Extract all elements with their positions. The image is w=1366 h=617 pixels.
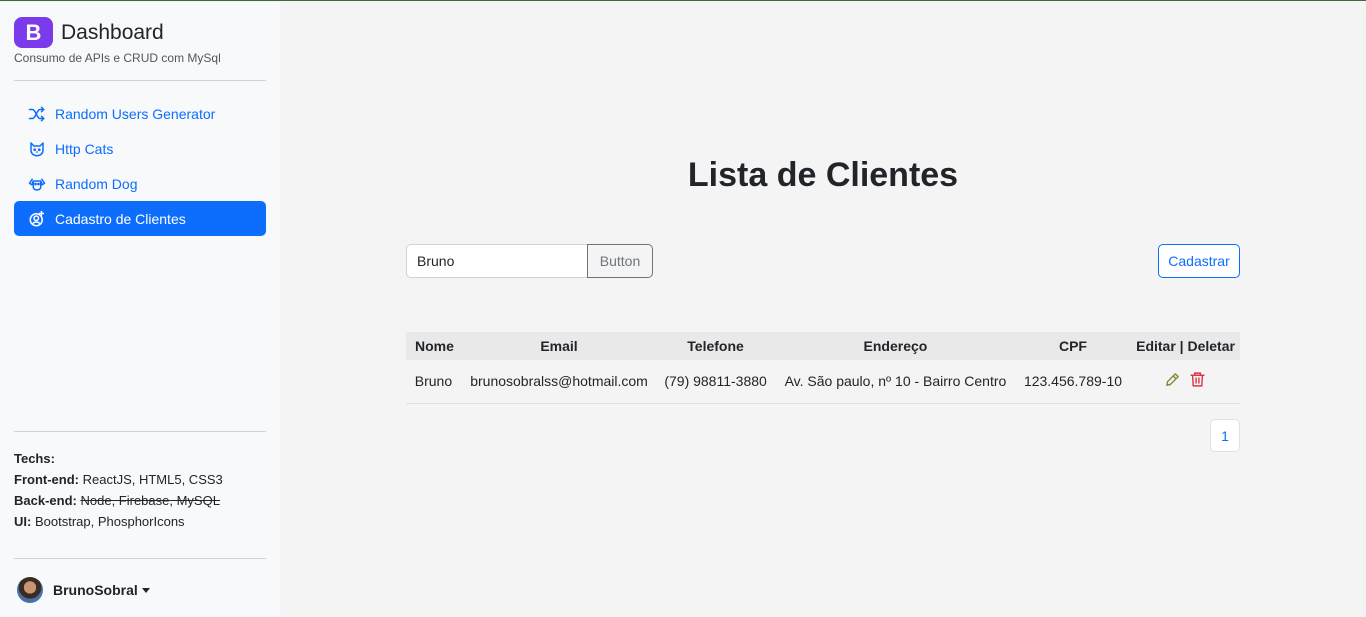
sidebar-nav: Random Users Generator Http Cats Random … [14,96,266,236]
column-header-cpf: CPF [1016,332,1130,360]
search-group: Button [406,244,653,278]
dog-icon [28,175,46,193]
column-header-nome: Nome [406,332,461,360]
divider [14,80,266,81]
search-input[interactable] [406,244,587,278]
column-header-endereco: Endereço [773,332,1017,360]
sidebar: B Dashboard Consumo de APIs e CRUD com M… [0,2,280,617]
frontend-label: Front-end: [14,472,79,487]
cell-endereco: Av. São paulo, nº 10 - Bairro Centro [773,360,1017,404]
brand-title: Dashboard [61,20,164,44]
shuffle-icon [28,105,46,123]
user-plus-icon [28,210,46,228]
cadastrar-button[interactable]: Cadastrar [1158,244,1240,278]
ui-value: Bootstrap, PhosphorIcons [34,514,185,529]
column-header-telefone: Telefone [657,332,774,360]
column-header-email: Email [460,332,658,360]
cell-cpf: 123.456.789-10 [1016,360,1130,404]
user-dropdown[interactable]: BrunoSobral [17,577,150,603]
user-name: BrunoSobral [53,582,138,598]
table-row: Bruno brunosobralss@hotmail.com (79) 988… [406,360,1240,404]
bootstrap-logo-icon: B [14,17,53,48]
cell-actions [1129,360,1240,404]
backend-value: Node, Firebase, MySQL [80,493,220,508]
cell-email: brunosobralss@hotmail.com [460,360,658,404]
sidebar-item-cadastro-clientes[interactable]: Cadastro de Clientes [14,201,266,236]
trash-icon[interactable] [1189,371,1206,391]
techs-info: Techs: Front-end: ReactJS, HTML5, CSS3 B… [14,448,223,532]
sidebar-item-http-cats[interactable]: Http Cats [14,131,266,166]
divider [14,558,266,559]
table-header-row: Nome Email Telefone Endereço CPF Editar … [406,332,1240,360]
sidebar-item-label: Cadastro de Clientes [55,210,186,227]
sidebar-item-label: Random Dog [55,175,138,192]
search-button[interactable]: Button [587,244,653,278]
caret-down-icon [141,587,150,593]
techs-heading: Techs: [14,451,55,466]
brand[interactable]: B Dashboard [14,17,164,48]
sidebar-item-random-dog[interactable]: Random Dog [14,166,266,201]
cat-icon [28,140,46,158]
ui-label: UI: [14,514,32,529]
sidebar-item-label: Http Cats [55,140,114,157]
column-header-actions: Editar | Deletar [1129,332,1240,360]
pencil-icon[interactable] [1164,371,1181,391]
sidebar-item-label: Random Users Generator [55,105,216,122]
page-title: Lista de Clientes [687,156,959,194]
cell-nome: Bruno [406,360,461,404]
pagination-page-1[interactable]: 1 [1210,419,1240,452]
frontend-value: ReactJS, HTML5, CSS3 [82,472,223,487]
brand-subtitle: Consumo de APIs e CRUD com MySql [14,51,221,65]
avatar [17,577,43,603]
divider [14,431,266,432]
sidebar-item-random-users[interactable]: Random Users Generator [14,96,266,131]
cell-telefone: (79) 98811-3880 [657,360,774,404]
clients-table: Nome Email Telefone Endereço CPF Editar … [406,332,1240,404]
backend-label: Back-end: [14,493,77,508]
